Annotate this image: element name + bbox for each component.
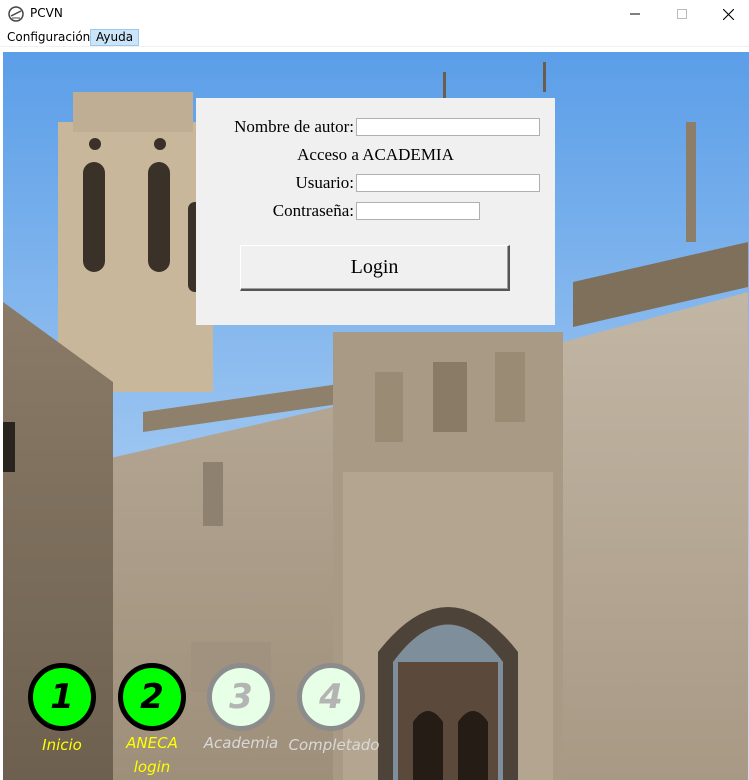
user-label: Usuario: xyxy=(295,173,354,192)
step-3-number: 3 xyxy=(229,677,253,717)
close-icon xyxy=(722,8,734,20)
title-bar: PCVN xyxy=(0,0,749,28)
step-4-indicator: 4 xyxy=(297,663,365,731)
academia-heading: Acceso a ACADEMIA xyxy=(297,145,454,164)
step-2-indicator: 2 xyxy=(118,663,186,731)
menu-bar: Configuración Ayuda xyxy=(0,28,749,47)
step-1-indicator: 1 xyxy=(28,663,96,731)
step-4-number: 4 xyxy=(319,677,343,717)
step-2-label-line2: login xyxy=(133,758,171,776)
app-icon xyxy=(8,6,24,22)
minimize-icon xyxy=(630,13,640,15)
step-1-number: 1 xyxy=(50,677,74,717)
window-title: PCVN xyxy=(30,6,63,20)
password-input[interactable] xyxy=(356,202,480,220)
user-input[interactable] xyxy=(356,174,540,192)
login-panel: Nombre de autor: Acceso a ACADEMIA Usuar… xyxy=(196,98,555,325)
step-2-number: 2 xyxy=(140,677,164,717)
step-4-label: Completado xyxy=(288,736,380,754)
close-button[interactable] xyxy=(705,0,749,28)
menu-configuracion[interactable]: Configuración xyxy=(2,29,95,46)
minimize-button[interactable] xyxy=(612,0,658,28)
step-3-indicator: 3 xyxy=(207,663,275,731)
author-label: Nombre de autor: xyxy=(234,117,354,136)
login-button[interactable]: Login xyxy=(240,245,510,291)
maximize-icon xyxy=(677,9,687,19)
step-2-label: ANECA login xyxy=(108,731,196,779)
step-1-label: Inicio xyxy=(42,736,82,754)
menu-ayuda[interactable]: Ayuda xyxy=(90,29,140,46)
author-input[interactable] xyxy=(356,118,540,136)
password-label: Contraseña: xyxy=(272,201,354,220)
step-2-label-line1: ANECA xyxy=(126,734,178,752)
step-3-label: Academia xyxy=(203,734,279,752)
maximize-button[interactable] xyxy=(659,0,705,28)
